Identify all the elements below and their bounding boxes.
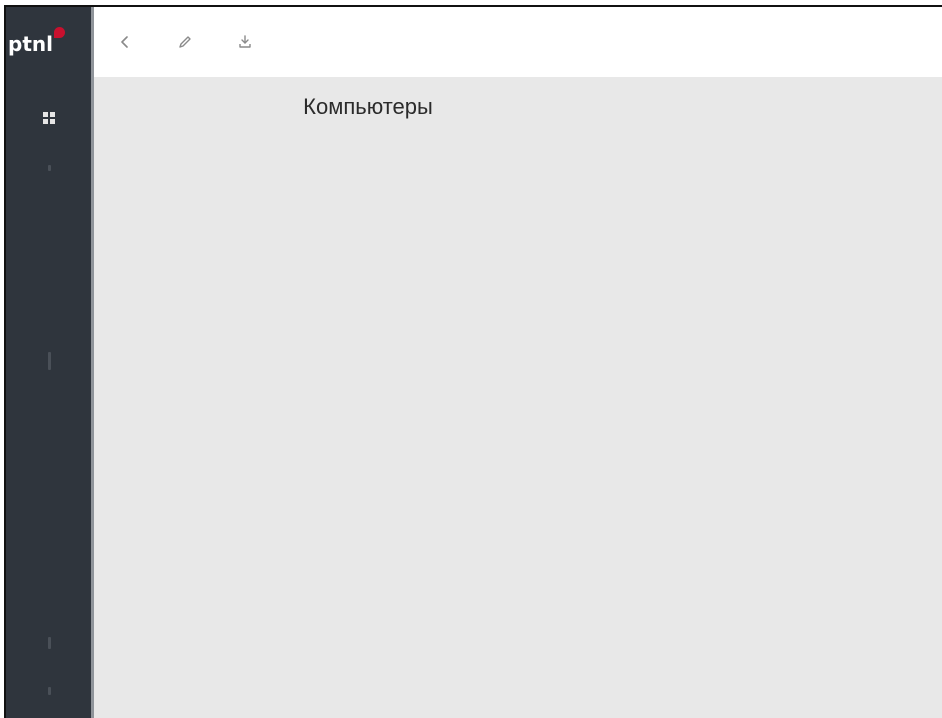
dashboard-icon[interactable] [43,112,55,124]
logo[interactable]: ptnl [8,27,65,61]
download-button[interactable] [234,31,256,53]
pencil-icon [179,36,191,48]
edit-button[interactable] [174,31,196,53]
sidebar-item-indicator[interactable] [48,352,51,370]
sidebar: ptnl [6,7,94,718]
page-title: Компьютеры [303,94,433,119]
app-window: ptnl Компьютеры [4,5,942,718]
sidebar-item-indicator[interactable] [48,687,51,695]
logo-text: ptnl [8,32,53,56]
download-icon [239,35,251,48]
toolbar [94,7,942,78]
back-button[interactable] [114,31,136,53]
sidebar-item-indicator[interactable] [48,165,51,171]
main-content: Компьютеры [94,77,942,718]
logo-mark-icon [53,27,65,38]
page-title-wrap: Компьютеры [94,94,942,120]
back-arrow-icon [121,36,128,48]
sidebar-item-indicator[interactable] [48,637,51,649]
